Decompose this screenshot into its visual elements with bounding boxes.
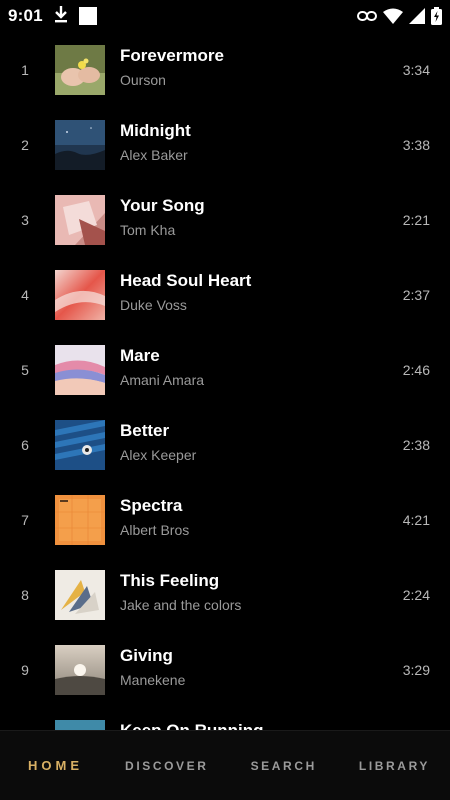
album-art-red-gradient bbox=[55, 269, 105, 320]
track-duration: 3:34 bbox=[402, 61, 430, 78]
track-artist: Manekene bbox=[120, 672, 186, 688]
track-title: Your Song bbox=[120, 196, 205, 215]
album-art-folded-paper bbox=[55, 569, 105, 620]
track-row[interactable]: 3 Your Song Tom Kha 2:21 bbox=[0, 182, 450, 257]
track-artist: Tom Kha bbox=[120, 222, 176, 238]
track-duration: 3:29 bbox=[402, 661, 430, 678]
track-artist: Albert Bros bbox=[120, 522, 190, 538]
track-artist: Amani Amara bbox=[120, 372, 205, 388]
track-number: 1 bbox=[21, 61, 29, 78]
notification-square-icon bbox=[78, 7, 97, 25]
track-row[interactable]: 5 Mare Amani Amara 2:46 bbox=[0, 332, 450, 407]
track-number: 2 bbox=[21, 136, 29, 153]
track-title: Better bbox=[120, 421, 170, 440]
track-row[interactable]: 9 Giving Manekene 3:29 bbox=[0, 632, 450, 707]
track-artist: Alex Baker bbox=[120, 147, 188, 163]
album-art-pink-abstract bbox=[55, 194, 105, 245]
album-art-orange-grid bbox=[55, 494, 105, 545]
track-duration: 2:37 bbox=[402, 286, 430, 303]
track-title: Mare bbox=[120, 346, 160, 365]
track-number: 5 bbox=[21, 361, 29, 378]
track-number: 9 bbox=[21, 661, 29, 678]
album-art-pastel-wave bbox=[55, 344, 105, 395]
battery-charging-icon bbox=[431, 7, 442, 25]
bottom-nav: HOME DISCOVER SEARCH LIBRARY bbox=[0, 730, 450, 800]
album-art-night-sky bbox=[55, 119, 105, 170]
track-title: Midnight bbox=[120, 121, 191, 140]
download-icon bbox=[53, 5, 69, 28]
track-number: 4 bbox=[21, 286, 29, 303]
track-row[interactable]: 1 Forevermore Ourson 3:34 bbox=[0, 32, 450, 107]
track-artist: Alex Keeper bbox=[120, 447, 197, 463]
nav-discover[interactable]: DISCOVER bbox=[125, 759, 208, 773]
track-title: This Feeling bbox=[120, 571, 220, 590]
track-row[interactable]: 8 This Feeling Jake and the colors 2:24 bbox=[0, 557, 450, 632]
cell-signal-icon bbox=[409, 8, 425, 24]
status-bar: 9:01 bbox=[0, 0, 450, 32]
track-row[interactable]: 4 Head Soul Heart Duke Voss 2:37 bbox=[0, 257, 450, 332]
album-art-blue-stripes bbox=[55, 419, 105, 470]
track-duration: 4:21 bbox=[402, 511, 430, 528]
album-art-hands-flower bbox=[55, 44, 105, 95]
track-row[interactable]: Keep On Running bbox=[0, 707, 450, 730]
link-icon bbox=[357, 10, 377, 22]
music-app-screen: 9:01 1 Forevermore Ourson 3:34 2 Midnigh… bbox=[0, 0, 450, 800]
track-number: 3 bbox=[21, 211, 29, 228]
nav-search[interactable]: SEARCH bbox=[251, 759, 317, 773]
track-row[interactable]: 2 Midnight Alex Baker 3:38 bbox=[0, 107, 450, 182]
track-title: Forevermore bbox=[120, 46, 224, 65]
track-duration: 2:46 bbox=[402, 361, 430, 378]
track-row[interactable]: 7 Spectra Albert Bros 4:21 bbox=[0, 482, 450, 557]
track-title: Giving bbox=[120, 646, 173, 665]
track-duration: 2:24 bbox=[402, 586, 430, 603]
track-title: Head Soul Heart bbox=[120, 271, 252, 290]
track-artist: Duke Voss bbox=[120, 297, 187, 313]
track-duration: 2:38 bbox=[402, 436, 430, 453]
track-artist: Jake and the colors bbox=[120, 597, 242, 613]
album-art-sunset-mist bbox=[55, 644, 105, 695]
track-artist: Ourson bbox=[120, 72, 166, 88]
nav-home[interactable]: HOME bbox=[28, 758, 83, 773]
track-row[interactable]: 6 Better Alex Keeper 2:38 bbox=[0, 407, 450, 482]
album-art-teal bbox=[55, 719, 105, 730]
status-time: 9:01 bbox=[8, 6, 43, 25]
track-duration: 3:38 bbox=[402, 136, 430, 153]
track-list: 1 Forevermore Ourson 3:34 2 Midnight Ale… bbox=[0, 32, 450, 730]
track-title: Keep On Running bbox=[120, 720, 264, 730]
track-number: 6 bbox=[21, 436, 29, 453]
nav-library[interactable]: LIBRARY bbox=[359, 759, 430, 773]
track-number: 8 bbox=[21, 586, 29, 603]
track-title: Spectra bbox=[120, 496, 183, 515]
track-number: 7 bbox=[21, 511, 29, 528]
track-duration: 2:21 bbox=[402, 211, 430, 228]
wifi-icon bbox=[383, 8, 403, 24]
